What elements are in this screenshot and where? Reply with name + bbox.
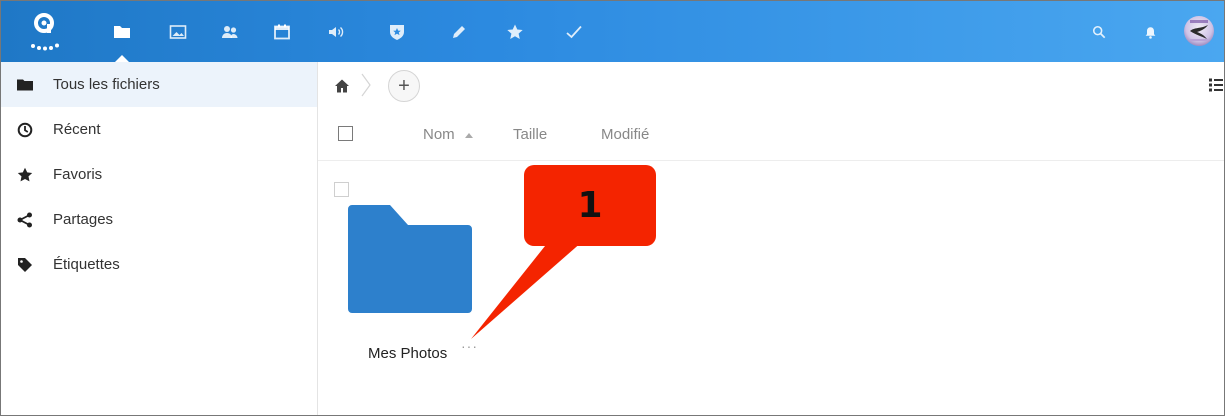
sidebar-item-label: Récent	[53, 121, 101, 138]
search-icon	[1092, 25, 1106, 39]
sort-ascending-icon	[464, 132, 473, 138]
folder-icon	[17, 75, 37, 95]
breadcrumb-separator-icon	[360, 72, 372, 98]
user-avatar[interactable]	[1184, 16, 1214, 46]
shield-icon	[390, 24, 404, 40]
file-list-header: Nom Taille Modifié	[318, 110, 1224, 161]
top-navigation-bar	[1, 1, 1224, 62]
clock-icon	[17, 120, 37, 140]
file-select-checkbox[interactable]	[334, 182, 349, 197]
app-announcements-button[interactable]	[319, 1, 353, 62]
star-icon	[507, 24, 523, 39]
sidebar-item-label: Tous les fichiers	[53, 76, 160, 93]
app-window: Tous les fichiers Récent Favoris Partage…	[0, 0, 1225, 416]
nextcloud-logo-icon[interactable]	[29, 10, 65, 54]
app-tasks-button[interactable]	[557, 1, 591, 62]
search-button[interactable]	[1088, 21, 1110, 43]
checkmark-icon	[566, 25, 582, 38]
app-notes-button[interactable]	[442, 1, 476, 62]
star-icon	[17, 165, 37, 185]
folder-icon	[114, 25, 130, 38]
pencil-icon	[453, 25, 465, 38]
sidebar-item-tags[interactable]: Étiquettes	[1, 242, 317, 287]
app-favorites-button[interactable]	[498, 1, 532, 62]
file-name[interactable]: Mes Photos	[368, 345, 447, 362]
avatar-image-icon	[1190, 20, 1208, 41]
share-icon	[17, 210, 37, 230]
bell-icon	[1145, 26, 1155, 39]
folder-icon[interactable]	[348, 205, 473, 313]
column-size-header[interactable]: Taille	[513, 126, 547, 143]
app-calendar-button[interactable]	[265, 1, 299, 62]
app-files-button[interactable]	[105, 1, 139, 62]
calendar-icon	[274, 24, 290, 39]
file-actions-menu-icon[interactable]: ···	[461, 338, 478, 354]
sidebar-navigation: Tous les fichiers Récent Favoris Partage…	[1, 62, 318, 415]
column-modified-header[interactable]: Modifié	[601, 126, 649, 143]
contacts-icon	[222, 25, 238, 38]
select-all-checkbox[interactable]	[338, 126, 353, 141]
annotation-callout: 1	[524, 165, 656, 246]
sidebar-item-label: Favoris	[53, 166, 103, 183]
app-contacts-button[interactable]	[213, 1, 247, 62]
new-file-button[interactable]: +	[388, 70, 420, 102]
files-main-area: + Nom Taille Modifié Mes Photos ···	[318, 62, 1224, 415]
app-gallery-button[interactable]	[161, 1, 195, 62]
sidebar-item-label: Partages	[53, 211, 114, 228]
sidebar-item-shares[interactable]: Partages	[1, 197, 317, 242]
sidebar-item-label: Étiquettes	[53, 256, 120, 273]
speaker-icon	[329, 26, 344, 37]
column-name-header[interactable]: Nom	[423, 126, 473, 143]
sidebar-item-all-files[interactable]: Tous les fichiers	[1, 62, 317, 107]
tag-icon	[17, 255, 37, 275]
breadcrumb: +	[318, 62, 1224, 110]
notifications-button[interactable]	[1139, 21, 1161, 43]
sidebar-item-favorites[interactable]: Favoris	[1, 152, 317, 197]
column-name-label: Nom	[423, 126, 455, 143]
view-toggle-icon[interactable]	[1209, 78, 1223, 92]
home-icon[interactable]	[334, 78, 350, 94]
app-security-button[interactable]	[380, 1, 414, 62]
sidebar-item-recent[interactable]: Récent	[1, 107, 317, 152]
image-icon	[169, 24, 187, 39]
